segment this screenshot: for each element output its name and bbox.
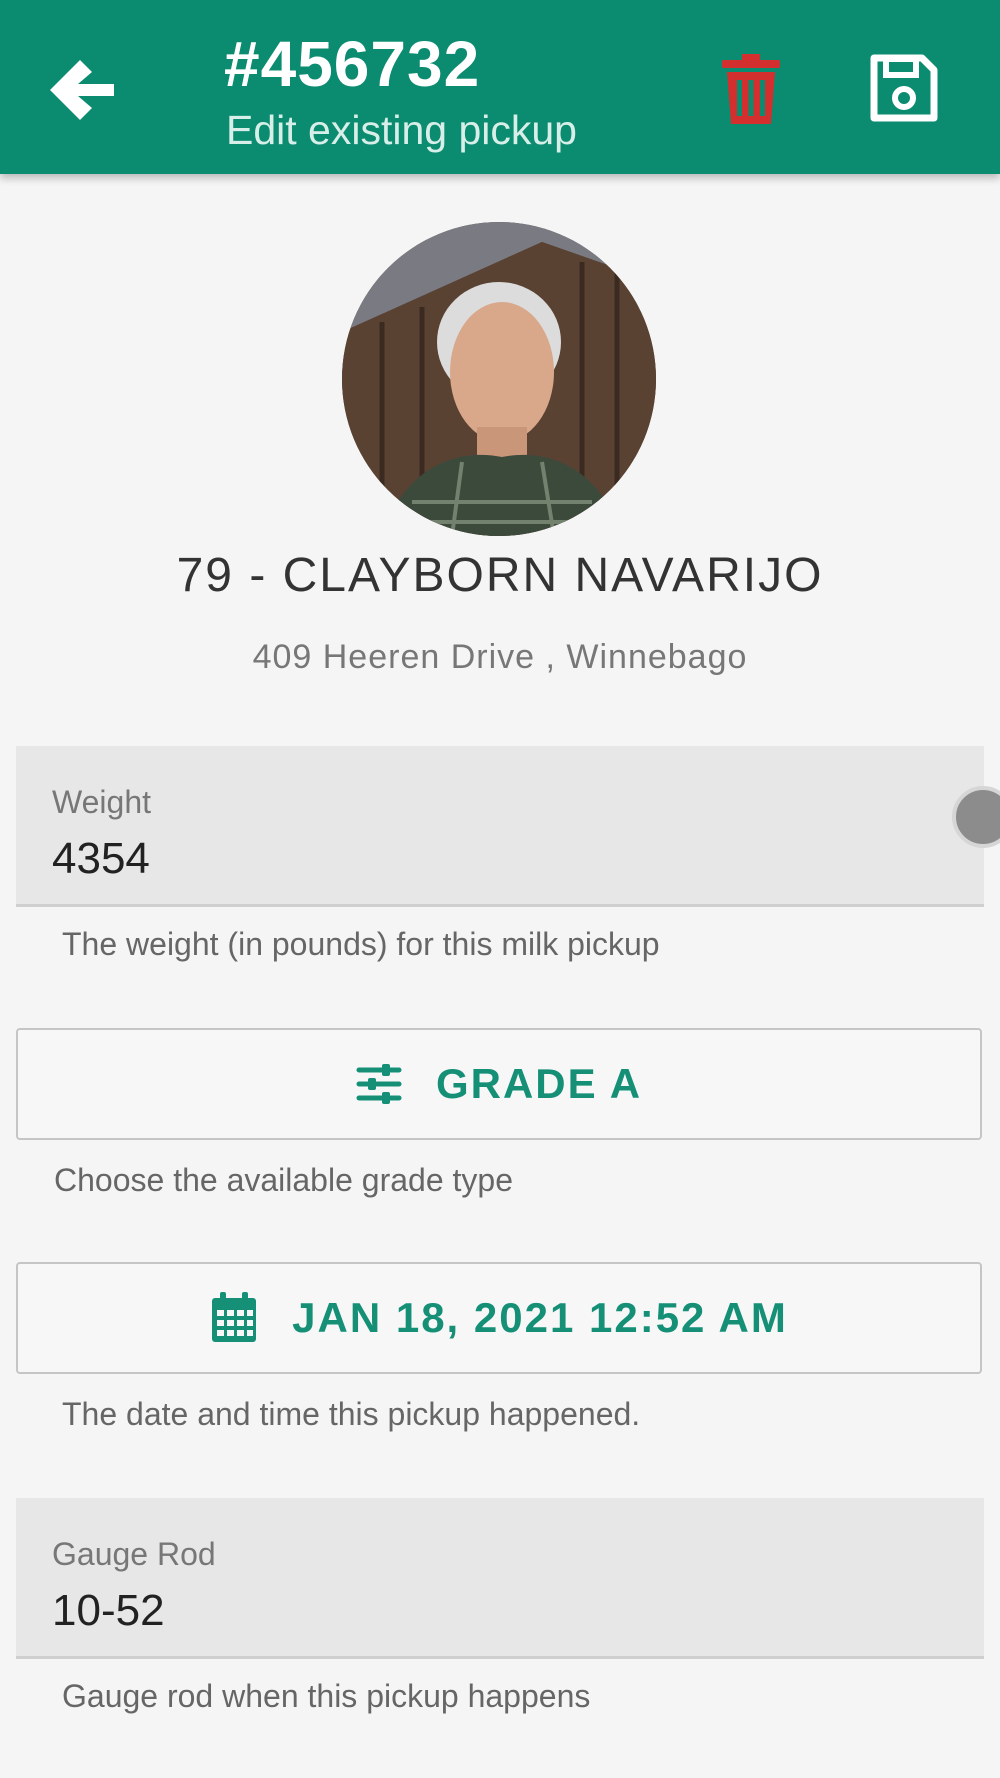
save-button[interactable]	[870, 54, 942, 126]
farmer-name: 79 - CLAYBORN NAVARIJO	[176, 549, 824, 602]
app-header: #456732 Edit existing pickup	[0, 0, 1000, 174]
back-button[interactable]	[44, 52, 124, 132]
calendar-icon	[212, 1292, 257, 1342]
sliders-icon	[356, 1064, 402, 1104]
farmer-avatar	[342, 222, 656, 536]
page-subtitle: Edit existing pickup	[226, 107, 577, 153]
weight-helper: The weight (in pounds) for this milk pic…	[62, 926, 660, 962]
gauge-rod-field[interactable]: Gauge Rod	[16, 1498, 984, 1659]
grade-helper: Choose the available grade type	[54, 1162, 513, 1198]
datetime-label: JAN 18, 2021 12:52 AM	[292, 1294, 788, 1341]
trash-icon	[722, 54, 780, 124]
farmer-address: 409 Heeren Drive , Winnebago	[252, 638, 748, 676]
grade-label: GRADE A	[435, 1060, 643, 1107]
floppy-disk-icon	[870, 54, 938, 122]
datetime-button[interactable]: JAN 18, 2021 12:52 AM	[16, 1262, 982, 1374]
weight-input[interactable]	[52, 834, 932, 884]
grade-button[interactable]: GRADE A	[16, 1028, 982, 1140]
datetime-helper: The date and time this pickup happened.	[62, 1396, 641, 1432]
weight-label: Weight	[52, 784, 152, 820]
page-title: #456732	[224, 28, 481, 100]
gauge-rod-label: Gauge Rod	[52, 1536, 216, 1572]
arrow-left-icon	[50, 60, 114, 120]
weight-field[interactable]: Weight	[16, 746, 984, 907]
gauge-rod-input[interactable]	[52, 1586, 932, 1636]
delete-button[interactable]	[722, 54, 788, 130]
gauge-rod-helper: Gauge rod when this pickup happens	[62, 1678, 591, 1714]
